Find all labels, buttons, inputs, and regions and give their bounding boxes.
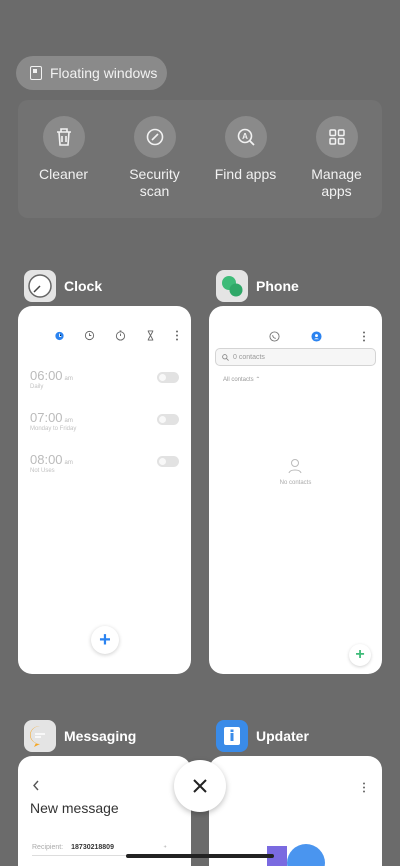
find-apps-icon: A [224,116,267,158]
close-all-button[interactable] [174,760,226,812]
phone-app-title: Phone [256,278,299,294]
security-scan-label: Security scan [129,166,180,199]
call-log-tab-icon[interactable] [269,329,280,347]
more-options-icon[interactable] [362,329,366,347]
security-scan-button[interactable]: Security scan [109,100,200,218]
timer-tab-icon[interactable] [145,328,156,346]
find-apps-label: Find apps [214,166,277,182]
grid-icon [315,116,358,158]
alarm-item[interactable]: 08:00 am Not Uses [30,452,179,488]
updater-app-title: Updater [256,728,309,744]
clock-app-title: Clock [64,278,103,294]
alarm-repeat: Monday to Friday [30,426,77,432]
stopwatch-tab-icon[interactable] [115,328,126,346]
recipient-value: 18730218809 [71,844,114,851]
security-scan-icon [133,116,176,158]
messaging-app-header[interactable]: Messaging [24,720,136,752]
chevron-updown-icon: ⌃ [255,377,261,383]
clock-app-icon [24,270,56,302]
contacts-search-input[interactable]: 0 contacts [215,348,376,366]
floating-window-icon [30,66,42,80]
close-icon [193,779,207,793]
manage-apps-label: Manage apps [311,166,362,199]
back-arrow-icon[interactable] [32,778,40,796]
phone-app-card[interactable]: 0 contacts All contacts ⌃ No contacts + [209,306,382,674]
svg-text:A: A [242,132,248,141]
phone-app-header[interactable]: Phone [216,270,299,302]
alarm-tab-icon[interactable] [54,328,65,346]
alarm-toggle[interactable] [157,414,179,425]
updater-app-icon [216,720,248,752]
messaging-app-title: Messaging [64,728,137,744]
alarm-item[interactable]: 06:00 am Daily [30,368,179,404]
empty-state-text: No contacts [279,480,312,486]
more-options-icon[interactable] [175,328,179,346]
phone-app-icon [216,270,248,302]
contact-picker-icon[interactable]: ⁺ [163,844,167,852]
clock-app-header[interactable]: Clock [24,270,102,302]
new-message-title: New message [30,800,119,816]
more-options-icon[interactable] [362,780,366,798]
clock-app-card[interactable]: 06:00 am Daily 07:00 am Monday to Friday 0… [18,306,191,674]
messaging-app-card[interactable]: New message Recipient: 18730218809 ⁺ [18,756,191,866]
alarm-toggle[interactable] [157,456,179,467]
alarm-repeat: Daily [30,384,44,390]
add-alarm-button[interactable]: + [91,626,119,654]
search-placeholder: 0 contacts [233,353,265,361]
alarm-repeat: Not Uses [30,468,55,474]
updater-illustration [267,844,327,866]
add-contact-button[interactable]: + [349,644,371,666]
cleaner-label: Cleaner [38,166,89,182]
messaging-app-icon [24,720,56,752]
alarm-item[interactable]: 07:00 am Monday to Friday [30,410,179,446]
find-apps-button[interactable]: A Find apps [200,100,291,218]
search-icon [222,353,229,361]
contacts-filter-dropdown[interactable]: All contacts ⌃ [223,376,260,383]
empty-contacts-icon [288,458,302,479]
manage-apps-button[interactable]: Manage apps [291,100,382,218]
updater-app-card[interactable] [209,756,382,866]
home-indicator[interactable] [126,854,274,858]
quick-tools-panel: Cleaner Security scan A Find apps Manage… [18,100,382,218]
alarm-toggle[interactable] [157,372,179,383]
trash-icon [42,116,85,158]
updater-app-header[interactable]: Updater [216,720,309,752]
clock-tab-bar [54,328,179,346]
floating-windows-button[interactable]: Floating windows [16,56,167,90]
world-clock-tab-icon[interactable] [84,328,95,346]
cleaner-button[interactable]: Cleaner [18,100,109,218]
recipient-label: Recipient: [32,844,64,851]
contacts-tab-icon[interactable] [311,329,322,347]
floating-windows-label: Floating windows [50,65,158,81]
